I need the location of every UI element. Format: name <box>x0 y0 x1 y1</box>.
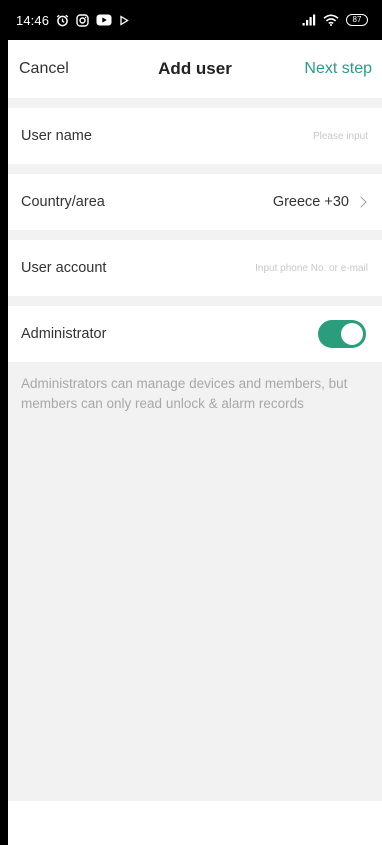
signal-icon <box>302 13 316 27</box>
app-screen: 14:46 87 Cancel Add user Next step User … <box>8 0 382 845</box>
battery-icon: 87 <box>346 14 368 26</box>
instagram-icon <box>76 13 89 27</box>
country-selector[interactable]: Greece +30 <box>273 194 368 210</box>
country-row[interactable]: Country/area Greece +30 <box>8 174 382 230</box>
wifi-icon <box>323 13 339 27</box>
status-time: 14:46 <box>16 12 50 28</box>
administrator-toggle[interactable] <box>318 320 366 348</box>
play-icon <box>119 13 129 27</box>
administrator-hint: Administrators can manage devices and me… <box>21 376 348 411</box>
administrator-row: Administrator <box>8 306 382 362</box>
country-value: Greece +30 <box>272 194 349 210</box>
user-name-label: User name <box>21 128 92 144</box>
user-account-row[interactable]: User account <box>8 240 382 296</box>
user-name-row[interactable]: User name <box>8 108 382 164</box>
next-step-button[interactable]: Next step <box>304 60 372 78</box>
form-area: User name Country/area Greece +30 User a… <box>8 98 382 801</box>
cancel-button[interactable]: Cancel <box>19 60 69 78</box>
bottom-area <box>8 801 382 845</box>
status-right: 87 <box>302 13 368 27</box>
status-bar: 14:46 87 <box>8 0 382 40</box>
administrator-label: Administrator <box>21 326 107 342</box>
alarm-icon <box>56 13 69 27</box>
status-left: 14:46 <box>16 13 129 28</box>
nav-bar: Cancel Add user Next step <box>8 40 382 98</box>
user-account-input[interactable] <box>188 262 368 274</box>
toggle-knob <box>341 323 363 345</box>
country-label: Country/area <box>21 194 105 210</box>
user-account-label: User account <box>21 260 107 276</box>
user-name-input[interactable] <box>188 130 368 142</box>
chevron-right-icon <box>355 196 367 208</box>
youtube-icon <box>96 13 112 27</box>
